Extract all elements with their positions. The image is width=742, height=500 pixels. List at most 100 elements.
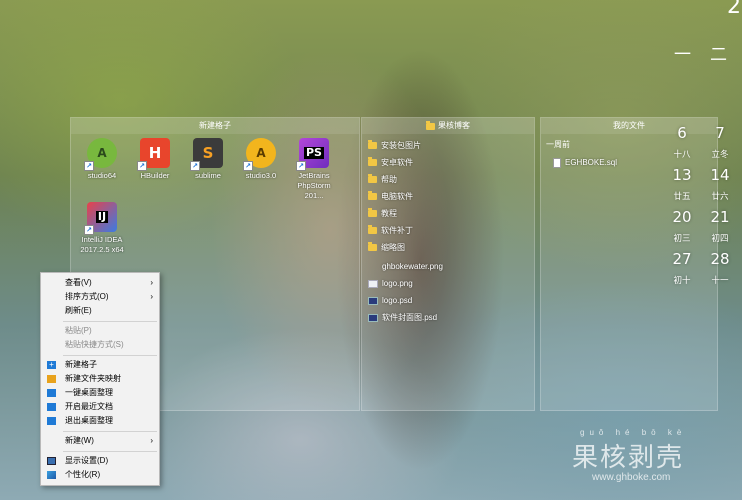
folder-icon (368, 140, 377, 149)
desktop-icon-intellij[interactable]: IJ ↗ IntelliJ IDEA 2017.2.5 x64 (77, 202, 127, 255)
desktop-icon-hbuilder[interactable]: H ↗ HBuilder (130, 138, 180, 181)
menu-item-paste-shortcut[interactable]: 粘贴快捷方式(S) (41, 338, 159, 352)
menu-item-label: 新建格子 (65, 360, 97, 369)
folder-icon (368, 208, 377, 217)
shortcut-arrow-icon: ↗ (190, 161, 200, 171)
calendar-day[interactable]: 6 (667, 124, 697, 142)
desktop-icon-studio64[interactable]: A ↗ studio64 (77, 138, 127, 181)
desktop-icon-label: sublime (195, 171, 221, 180)
file-label: 电脑软件 (381, 192, 413, 201)
watermark-url: www.ghboke.com (592, 472, 671, 483)
menu-item-view[interactable]: 查看(V) › (41, 276, 159, 290)
calendar-lunar: 立冬 (711, 149, 729, 159)
menu-item-label: 退出桌面整理 (65, 416, 113, 425)
list-item[interactable]: 帮助 (368, 173, 397, 186)
document-icon (553, 157, 561, 168)
list-item[interactable]: 软件补丁 (368, 224, 413, 237)
guohe-panel-title[interactable]: 果核博客 (362, 118, 534, 134)
panel-title-text: 新建格子 (199, 121, 231, 130)
menu-separator (63, 355, 157, 356)
menu-item-label: 开启最近文档 (65, 402, 113, 411)
list-item[interactable]: 软件封面图.psd (368, 311, 437, 324)
intellij-icon: IJ ↗ (84, 202, 117, 235)
menu-separator (63, 431, 157, 432)
exit-icon (47, 417, 56, 425)
list-item[interactable]: logo.psd (368, 294, 412, 307)
hbuilder-icon: H ↗ (137, 138, 170, 171)
shortcut-arrow-icon: ↗ (296, 161, 306, 171)
menu-item-paste[interactable]: 粘贴(P) (41, 324, 159, 338)
calendar-day[interactable]: 21 (705, 208, 735, 226)
menu-item-new[interactable]: 新建(W) › (41, 434, 159, 448)
file-label: 安卓软件 (381, 158, 413, 167)
personalize-icon (47, 471, 56, 479)
folder-icon (368, 157, 377, 166)
shortcut-arrow-icon: ↗ (84, 161, 94, 171)
calendar-day[interactable]: 27 (667, 250, 697, 268)
menu-item-organize-desktop[interactable]: 一键桌面整理 (41, 386, 159, 400)
watermark-chars: 果核剥壳 (572, 443, 685, 473)
plus-icon: + (47, 361, 56, 369)
menu-item-new-folder-map[interactable]: 新建文件夹映射 (41, 372, 159, 386)
menu-item-label: 刷新(E) (65, 306, 92, 315)
calendar-lunar: 初四 (711, 233, 729, 243)
calendar-day[interactable]: 14 (705, 166, 735, 184)
desktop-icon-studio30[interactable]: A ↗ studio3.0 (236, 138, 286, 181)
shortcut-arrow-icon: ↗ (84, 225, 94, 235)
menu-item-new-grid[interactable]: + 新建格子 (41, 358, 159, 372)
calendar-day[interactable]: 28 (705, 250, 735, 268)
menu-item-label: 查看(V) (65, 278, 92, 287)
sublime-icon: S ↗ (190, 138, 223, 171)
desktop-icon-label: studio64 (87, 171, 117, 180)
menu-item-label: 排序方式(O) (65, 292, 109, 301)
menu-item-personalize[interactable]: 个性化(R) (41, 468, 159, 482)
desktop-icon-sublime[interactable]: S ↗ sublime (183, 138, 233, 181)
desktop-icon-label: IntelliJ IDEA 2017.2.5 x64 (80, 235, 124, 254)
psd-file-icon (368, 296, 378, 305)
android-studio-icon: A ↗ (84, 138, 117, 171)
menu-item-display-settings[interactable]: 显示设置(D) (41, 454, 159, 468)
list-item[interactable]: 安卓软件 (368, 156, 413, 169)
calendar-lunar: 十八 (673, 149, 691, 159)
file-label: ghbokewater.png (382, 262, 443, 271)
desktop-context-menu[interactable]: 查看(V) › 排序方式(O) › 刷新(E) 粘贴(P) 粘贴快捷方式(S) … (40, 272, 160, 486)
guohe-panel[interactable]: 果核博客 安装包图片 安卓软件 帮助 电脑软件 教程 软件补丁 缩略图 ghbo… (361, 117, 535, 411)
folder-icon (368, 225, 377, 234)
menu-item-exit-organize[interactable]: 退出桌面整理 (41, 414, 159, 428)
desktop-icon-phpstorm[interactable]: PS ↗ JetBrains PhpStorm 201... (289, 138, 339, 201)
list-item[interactable]: 缩略图 (368, 241, 405, 254)
list-item[interactable]: 安装包图片 (368, 139, 421, 152)
folder-icon (368, 242, 377, 251)
list-item[interactable]: logo.png (368, 277, 413, 290)
calendar-day[interactable]: 20 (667, 208, 697, 226)
menu-item-label: 新建(W) (65, 436, 94, 445)
calendar-day[interactable]: 13 (667, 166, 697, 184)
list-item[interactable]: ghbokewater.png (368, 260, 443, 273)
menu-item-sort-by[interactable]: 排序方式(O) › (41, 290, 159, 304)
new-grid-panel-title[interactable]: 新建格子 (71, 118, 359, 134)
calendar-day[interactable]: 7 (705, 124, 735, 142)
section-header: 一周前 (546, 140, 570, 149)
menu-item-label: 一键桌面整理 (65, 388, 113, 397)
list-item[interactable]: 教程 (368, 207, 397, 220)
menu-separator (63, 451, 157, 452)
folder-icon (368, 191, 377, 200)
watermark-logo: guǒ hé bō kè 果核剥壳 www.ghboke.com (572, 428, 732, 498)
menu-item-refresh[interactable]: 刷新(E) (41, 304, 159, 318)
list-item[interactable]: EGHBOKE.sql (553, 156, 617, 169)
file-label: logo.psd (382, 296, 413, 305)
clock-glyph-2: 二 (710, 45, 727, 65)
chevron-right-icon: › (150, 436, 153, 445)
calendar-lunar: 十一 (711, 275, 729, 285)
menu-item-recent-docs[interactable]: 开启最近文档 (41, 400, 159, 414)
desktop-icon-label: HBuilder (140, 171, 170, 180)
calendar-lunar: 初三 (673, 233, 691, 243)
clock-glyph-1: 一 (674, 45, 691, 65)
menu-item-label: 个性化(R) (65, 470, 101, 479)
chevron-right-icon: › (150, 292, 153, 301)
list-item[interactable]: 电脑软件 (368, 190, 413, 203)
panel-title-text: 我的文件 (613, 121, 645, 130)
folder-map-icon (47, 375, 56, 383)
file-label: 软件封面图.psd (382, 313, 438, 322)
menu-item-label: 粘贴(P) (65, 326, 92, 335)
